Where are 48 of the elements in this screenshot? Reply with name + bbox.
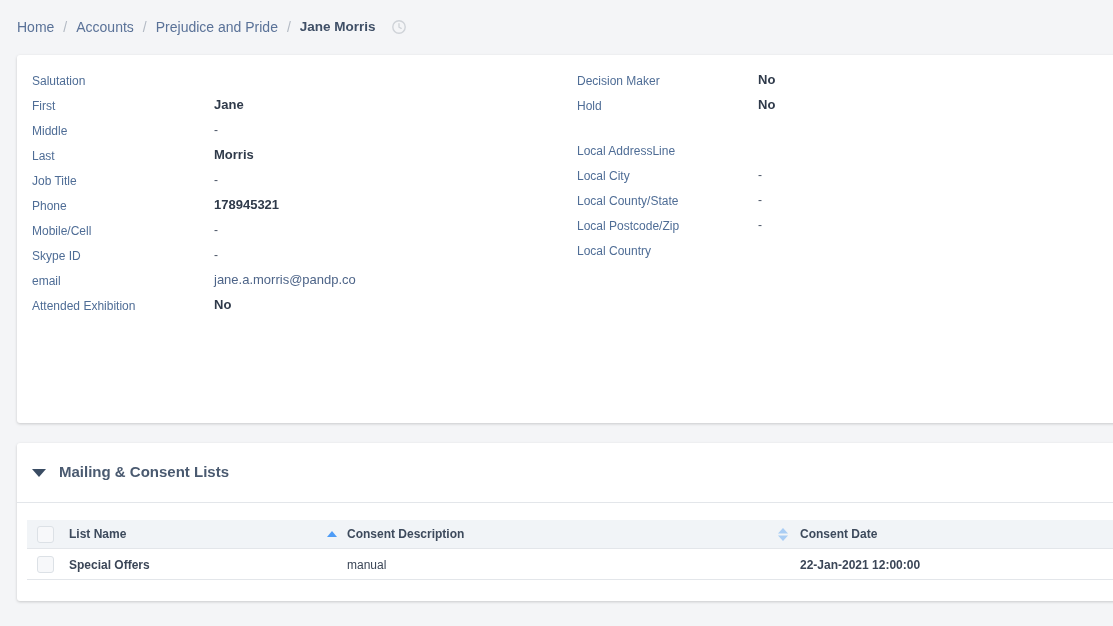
column-header[interactable]: Consent Description: [340, 520, 795, 548]
field-label: Hold: [577, 98, 602, 113]
field-label: Attended Exhibition: [32, 298, 136, 313]
field-label: First: [32, 98, 56, 113]
field-label: Phone: [32, 198, 67, 213]
field-label: Job Title: [32, 173, 77, 188]
field-label: Decision Maker: [577, 73, 660, 88]
column-header[interactable]: List Name: [60, 520, 340, 548]
breadcrumb-link[interactable]: Accounts: [76, 16, 134, 38]
clock-icon: [391, 20, 406, 34]
field-value: -: [214, 221, 218, 239]
field-label: Salutation: [32, 73, 86, 88]
breadcrumb-separator: /: [142, 17, 147, 37]
table-cell: manual: [347, 558, 387, 572]
field-value: -: [758, 191, 762, 209]
field-value: No: [214, 295, 232, 314]
checkbox[interactable]: [37, 555, 54, 573]
field-value: -: [214, 246, 218, 264]
field-value: -: [758, 216, 762, 234]
field-value: -: [758, 166, 762, 184]
breadcrumb-link[interactable]: Home: [17, 16, 55, 38]
field-label: Local City: [577, 168, 630, 183]
field-label: Local Country: [577, 243, 652, 258]
field-value: -: [214, 171, 218, 189]
current-page-label: Jane Morris: [299, 17, 376, 36]
field-label: Last: [32, 148, 55, 163]
breadcrumb-separator: /: [286, 17, 291, 37]
field-label: email: [32, 273, 61, 288]
field-label: Mobile/Cell: [32, 223, 92, 238]
field-label: Middle: [32, 123, 68, 138]
breadcrumb-link[interactable]: Prejudice and Pride: [155, 16, 278, 38]
breadcrumb-separator: /: [63, 17, 68, 37]
column-header[interactable]: Consent Date: [795, 520, 1113, 548]
field-label: Skype ID: [32, 248, 81, 263]
field-value: Jane: [214, 95, 244, 114]
field-value: -: [214, 121, 218, 139]
field-label: Local County/State: [577, 193, 679, 208]
field-label: Local AddressLine: [577, 143, 676, 158]
field-value: No: [758, 95, 776, 114]
table-cell: 22-Jan-2021 12:00:00: [800, 558, 921, 572]
field-value: Morris: [214, 145, 254, 164]
section-title: Mailing & Consent Lists: [59, 462, 229, 483]
field-value: No: [758, 70, 776, 89]
email-link[interactable]: jane.a.morris@pandp.co: [214, 269, 356, 290]
field-label: Local Postcode/Zip: [577, 218, 680, 233]
table-cell: Special Offers: [69, 558, 150, 572]
checkbox[interactable]: [37, 525, 54, 543]
field-value: 178945321: [214, 195, 280, 214]
